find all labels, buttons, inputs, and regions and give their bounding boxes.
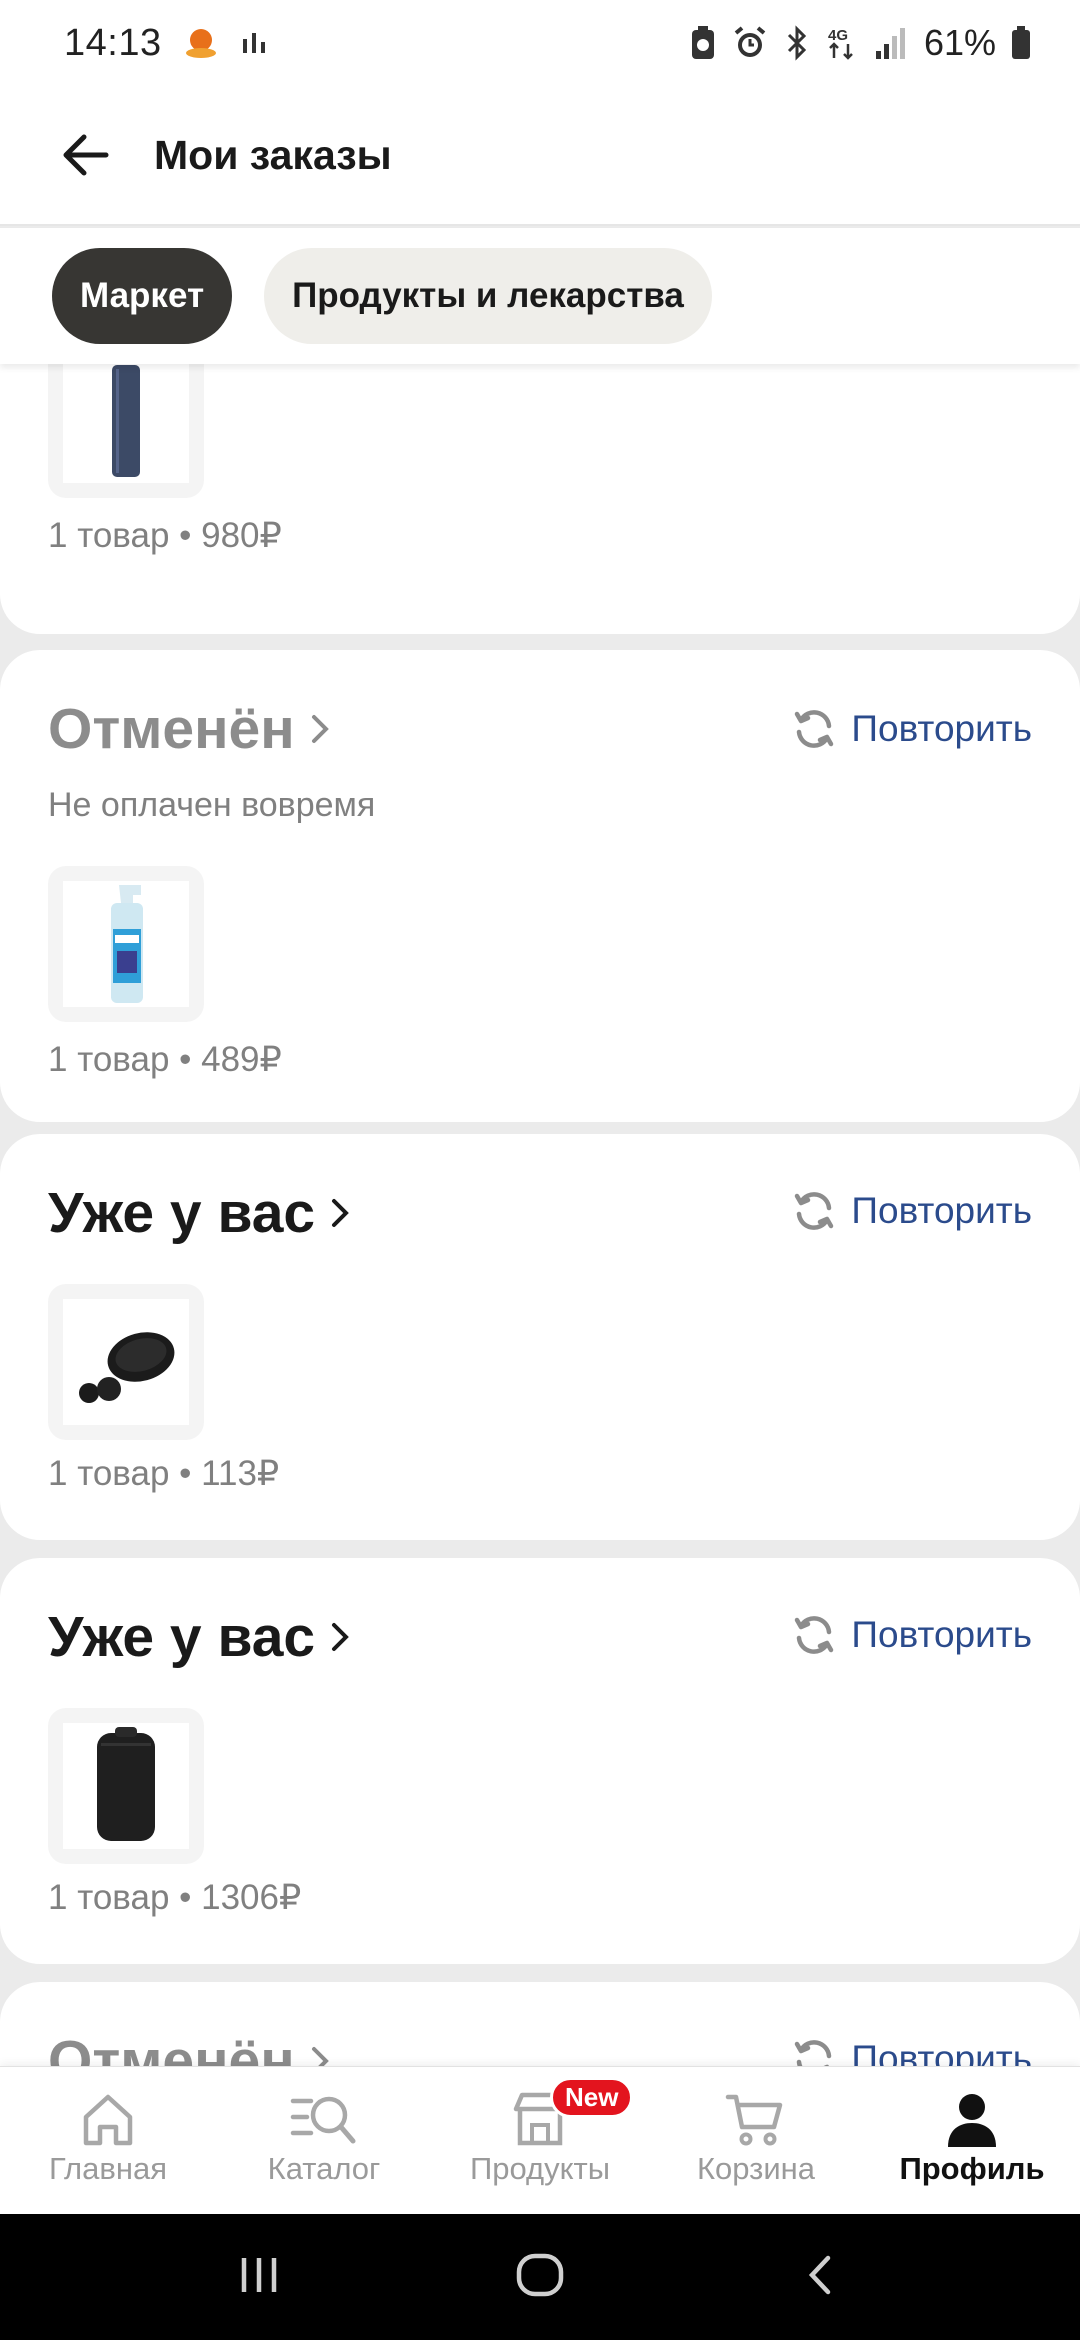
order-status-link[interactable]: Уже у вас: [48, 1180, 353, 1246]
battery-saver-icon: [688, 25, 718, 61]
order-card[interactable]: Отменён Повторить Не оплачен вовремя 1 т…: [0, 650, 1080, 1122]
profile-icon: [948, 2094, 996, 2147]
refresh-icon: [795, 710, 834, 748]
home-button[interactable]: [513, 2248, 567, 2307]
nav-label: Профиль: [899, 2151, 1045, 2186]
catalog-search-icon: [290, 2096, 356, 2144]
nav-label: Каталог: [267, 2151, 381, 2186]
page-title: Мои заказы: [154, 131, 392, 178]
alarm-icon: [732, 25, 768, 61]
refresh-icon: [795, 1616, 834, 1654]
nav-cart[interactable]: Корзина: [648, 2067, 864, 2214]
order-summary: 1 товар • 113₽: [48, 1454, 280, 1493]
battery-icon: [1010, 25, 1032, 61]
nav-label: Главная: [49, 2151, 167, 2186]
order-card[interactable]: 1 товар • 980₽: [0, 364, 1080, 634]
repeat-label: Повторить: [851, 708, 1032, 749]
chevron-right-icon: [329, 1619, 353, 1655]
order-summary: 1 товар • 980₽: [48, 516, 282, 555]
notification-app-icon: [182, 24, 220, 62]
chevron-left-icon: [808, 2255, 830, 2294]
product-thumbnail[interactable]: [48, 364, 204, 498]
repeat-label: Повторить: [851, 2038, 1032, 2066]
product-thumbnail[interactable]: [48, 1284, 204, 1440]
home-circle-icon: [516, 2253, 564, 2296]
repeat-order-button[interactable]: Повторить: [791, 1188, 1032, 1234]
earbuds-image: [79, 1332, 175, 1403]
nav-catalog[interactable]: Каталог: [216, 2067, 432, 2214]
order-status: Уже у вас: [48, 1181, 316, 1245]
power-bank-image: [112, 365, 140, 477]
product-thumbnail[interactable]: [48, 1708, 204, 1864]
equalizer-icon: [240, 29, 268, 57]
order-card[interactable]: Уже у вас Повторить 1 товар • 113₽: [0, 1134, 1080, 1540]
chevron-right-icon: [309, 711, 333, 747]
order-status: Отменён: [48, 2029, 295, 2066]
nav-home[interactable]: Главная: [0, 2067, 216, 2214]
order-status: Уже у вас: [48, 1605, 316, 1669]
back-system-button[interactable]: [796, 2250, 846, 2305]
order-status-link[interactable]: Уже у вас: [48, 1604, 353, 1670]
order-status-link[interactable]: Отменён: [48, 696, 333, 762]
battery-percent: 61%: [923, 22, 996, 63]
chevron-right-icon: [329, 1195, 353, 1231]
repeat-order-button[interactable]: Повторить: [791, 2036, 1032, 2066]
tab-market[interactable]: Маркет: [52, 248, 233, 344]
chevron-right-icon: [309, 2043, 333, 2066]
bottom-navigation: Главная Каталог New Продукты Корзина Про…: [0, 2066, 1080, 2214]
repeat-label: Повторить: [851, 1614, 1032, 1655]
nav-products[interactable]: New Продукты: [432, 2067, 648, 2214]
backpack-image: [97, 1727, 155, 1841]
nav-label: Продукты: [469, 2151, 611, 2186]
order-note: Не оплачен вовремя: [48, 786, 376, 824]
status-bar: 14:13 4G 61%: [0, 0, 1080, 86]
recent-apps-button[interactable]: [234, 2250, 284, 2305]
cleaner-spray-image: [111, 885, 143, 1003]
new-badge: New: [550, 2077, 634, 2118]
arrow-left-icon: [63, 134, 109, 176]
order-status-link[interactable]: Отменён: [48, 2028, 333, 2066]
order-status: Отменён: [48, 697, 295, 761]
order-summary: 1 товар • 489₽: [48, 1040, 282, 1079]
refresh-icon: [795, 1192, 834, 1230]
app-header: Мои заказы: [0, 86, 1080, 226]
product-thumbnail[interactable]: [48, 866, 204, 1022]
back-button[interactable]: [56, 125, 116, 185]
home-icon: [83, 2094, 133, 2146]
order-summary: 1 товар • 1306₽: [48, 1878, 302, 1917]
tab-groceries-medicine[interactable]: Продукты и лекарства: [264, 248, 712, 344]
repeat-order-button[interactable]: Повторить: [791, 706, 1032, 752]
order-card[interactable]: Уже у вас Повторить 1 товар • 1306₽: [0, 1558, 1080, 1964]
repeat-label: Повторить: [851, 1190, 1032, 1231]
nav-label: Корзина: [696, 2151, 816, 2186]
nav-profile[interactable]: Профиль: [864, 2067, 1080, 2214]
svg-text:4G: 4G: [828, 27, 848, 44]
signal-icon: [874, 25, 910, 61]
system-navigation-bar: [0, 2214, 1080, 2340]
refresh-icon: [795, 2040, 832, 2066]
recent-apps-icon: [242, 2257, 277, 2292]
order-tabs: Маркет Продукты и лекарства: [0, 228, 1080, 364]
cart-icon: [725, 2094, 783, 2146]
bluetooth-icon: [782, 25, 812, 61]
network-4g-icon: 4G: [826, 24, 860, 62]
orders-list[interactable]: 1 товар • 980₽ Отменён Повторить Не опла…: [0, 364, 1080, 2066]
repeat-order-button[interactable]: Повторить: [791, 1612, 1032, 1658]
status-time: 14:13: [64, 21, 162, 64]
order-card[interactable]: Отменён Повторить: [0, 1982, 1080, 2066]
